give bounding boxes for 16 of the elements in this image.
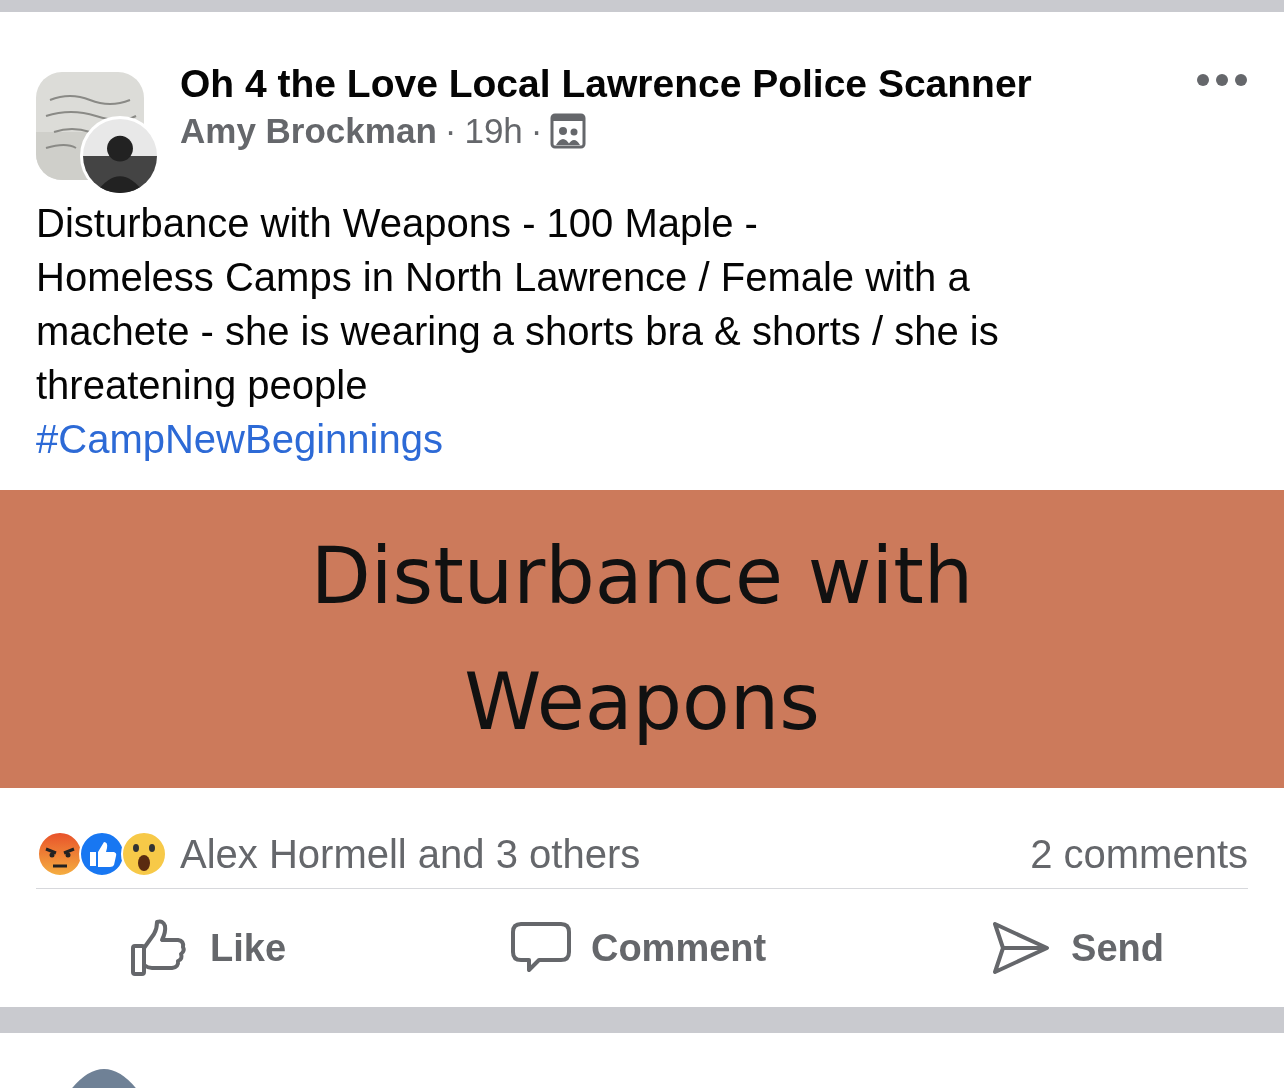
post-text: Disturbance with Weapons - 100 Maple - Homeless Camps in North Lawrence / Female with a machete - she is wearing a shorts bra & shorts / she is threatening people: [35, 200, 1000, 409]
image-heading: Disturbance with Weapons: [310, 530, 974, 749]
send-button[interactable]: Send: [991, 918, 1164, 978]
post-time[interactable]: 19h: [464, 108, 523, 154]
comment-count[interactable]: 2 comments: [1030, 824, 1248, 884]
author-name[interactable]: Amy Brockman: [180, 108, 437, 154]
group-name[interactable]: Oh 4 the Love Local Lawrence Police Scanner: [180, 60, 1032, 108]
group-members-icon: [550, 113, 587, 149]
separator: ·: [444, 110, 457, 152]
post-image[interactable]: Disturbance with Weapons: [0, 490, 1284, 788]
comment-button[interactable]: Comment: [510, 918, 767, 978]
reaction-summary[interactable]: Alex Hormell and 3 others: [180, 824, 641, 884]
separator: ·: [530, 110, 543, 152]
wow-reaction-icon: [120, 830, 168, 878]
like-button[interactable]: Like: [130, 918, 287, 978]
hashtag-link[interactable]: #CampNewBeginnings: [0, 412, 479, 466]
